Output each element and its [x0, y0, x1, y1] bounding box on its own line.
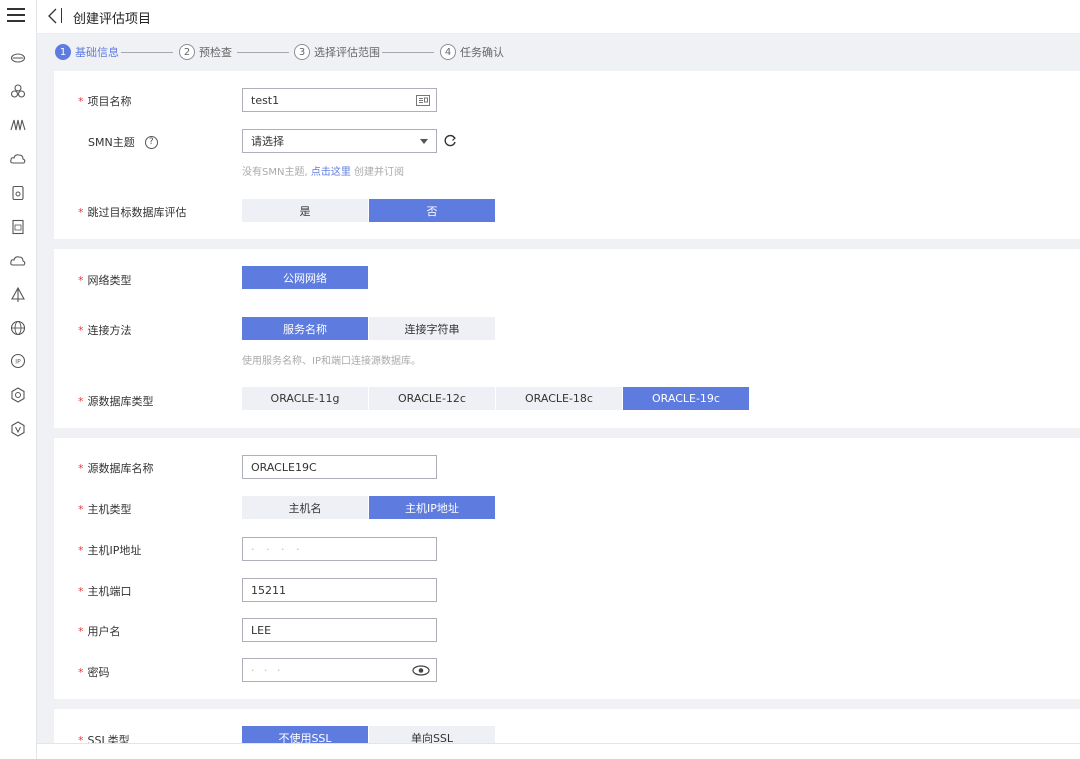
- network-type-toggle: 公网网络: [242, 266, 369, 289]
- host-type-label: * 主机类型: [78, 502, 132, 517]
- public-network-button[interactable]: 公网网络: [242, 266, 368, 289]
- host-ip-button[interactable]: 主机IP地址: [369, 496, 495, 519]
- connection-method-label: * 连接方法: [78, 323, 132, 338]
- page-header: 创建评估项目: [37, 0, 1080, 34]
- source-db-card: * 源数据库名称 ORACLE19C * 主机类型 主机名 主机IP地址 * 主机IP…: [54, 438, 1080, 699]
- source-db-type-toggle: ORACLE-11g ORACLE-12c ORACLE-18c ORACLE-…: [242, 387, 750, 410]
- smn-topic-select[interactable]: 请选择: [242, 129, 437, 153]
- header-divider: [61, 8, 62, 23]
- cloud-db-icon[interactable]: [10, 151, 26, 167]
- host-port-label: * 主机端口: [78, 584, 132, 599]
- cdn-icon[interactable]: [10, 287, 26, 303]
- help-icon[interactable]: ?: [144, 135, 158, 149]
- step-number: 3: [294, 44, 310, 60]
- security-icon[interactable]: [10, 387, 26, 403]
- step-connector: [237, 52, 289, 53]
- chevron-down-icon: [420, 139, 428, 144]
- connection-hint: 使用服务名称、IP和端口连接源数据库。: [242, 356, 421, 367]
- cloud-server-icon[interactable]: [10, 49, 26, 65]
- step-basic-info: 1 基础信息: [55, 44, 119, 60]
- id-card-icon: [416, 95, 430, 106]
- skip-no-button[interactable]: 否: [369, 199, 495, 222]
- skip-target-toggle: 是 否: [242, 199, 496, 222]
- svg-text:IP: IP: [15, 359, 21, 366]
- shield-icon[interactable]: [10, 421, 26, 437]
- password-input[interactable]: · · ·: [242, 658, 437, 682]
- step-connector: [382, 52, 434, 53]
- oracle-12c-button[interactable]: ORACLE-12c: [369, 387, 495, 410]
- ssl-type-label: * SSL类型: [78, 733, 130, 744]
- refresh-icon[interactable]: [443, 134, 457, 148]
- smn-hint: 没有SMN主题, 点击这里 创建并订阅: [242, 167, 405, 178]
- cloud-icon[interactable]: [10, 253, 26, 269]
- smn-topic-label: SMN主题?: [88, 134, 158, 150]
- step-indicator: 1 基础信息 2 预检查 3 选择评估范围 4 任务确认: [37, 34, 1080, 70]
- globe-icon[interactable]: [10, 320, 26, 336]
- oracle-18c-button[interactable]: ORACLE-18c: [496, 387, 622, 410]
- step-number: 2: [179, 44, 195, 60]
- one-way-ssl-button[interactable]: 单向SSL: [369, 726, 495, 743]
- step-label: 预检查: [199, 46, 232, 59]
- no-ssl-button[interactable]: 不使用SSL: [242, 726, 368, 743]
- step-precheck: 2 预检查: [179, 44, 232, 60]
- source-db-name-label: * 源数据库名称: [78, 461, 154, 476]
- project-name-label: * 项目名称: [78, 94, 132, 109]
- step-connector: [121, 52, 173, 53]
- step-confirm: 4 任务确认: [440, 44, 504, 60]
- network-type-label: * 网络类型: [78, 273, 132, 288]
- step-number: 1: [55, 44, 71, 60]
- oracle-19c-button[interactable]: ORACLE-19c: [623, 387, 749, 410]
- skip-target-label: * 跳过目标数据库评估: [78, 205, 187, 220]
- eye-icon[interactable]: [412, 664, 430, 677]
- sidebar: IP: [0, 0, 37, 759]
- host-port-input[interactable]: 15211: [242, 578, 437, 602]
- skip-yes-button[interactable]: 是: [242, 199, 368, 222]
- step-label: 选择评估范围: [314, 46, 380, 59]
- source-db-name-input[interactable]: ORACLE19C: [242, 455, 437, 479]
- step-label: 任务确认: [460, 46, 504, 59]
- oracle-11g-button[interactable]: ORACLE-11g: [242, 387, 368, 410]
- ssl-type-toggle: 不使用SSL 单向SSL: [242, 726, 496, 743]
- step-scope: 3 选择评估范围: [294, 44, 380, 60]
- step-label: 基础信息: [75, 46, 119, 59]
- doc-icon[interactable]: [10, 219, 26, 235]
- host-ip-input[interactable]: · · · ·: [242, 537, 437, 561]
- network-card: * 网络类型 公网网络 * 连接方法 服务名称 连接字符串 使用服务名称、IP和端口…: [54, 249, 1080, 428]
- host-type-toggle: 主机名 主机IP地址: [242, 496, 496, 519]
- connection-string-button[interactable]: 连接字符串: [369, 317, 495, 340]
- project-name-input[interactable]: test1: [242, 88, 437, 112]
- hostname-button[interactable]: 主机名: [242, 496, 368, 519]
- menu-icon[interactable]: [7, 8, 25, 26]
- username-input[interactable]: LEE: [242, 618, 437, 642]
- service-name-button[interactable]: 服务名称: [242, 317, 368, 340]
- step-number: 4: [440, 44, 456, 60]
- username-label: * 用户名: [78, 624, 121, 639]
- connection-method-toggle: 服务名称 连接字符串: [242, 317, 496, 340]
- host-ip-label: * 主机IP地址: [78, 543, 142, 558]
- basic-info-card: * 项目名称 test1 SMN主题? 请选择 没有SMN主题, 点击这里 创建并…: [54, 71, 1080, 239]
- cluster-icon[interactable]: [10, 83, 26, 99]
- storage-icon[interactable]: [10, 185, 26, 201]
- source-db-type-label: * 源数据库类型: [78, 394, 154, 409]
- create-topic-link[interactable]: 点击这里: [311, 167, 351, 178]
- back-icon[interactable]: [46, 8, 60, 24]
- password-label: * 密码: [78, 665, 110, 680]
- ssl-card: * SSL类型 不使用SSL 单向SSL: [54, 709, 1080, 743]
- page-title: 创建评估项目: [73, 12, 152, 27]
- ip-icon[interactable]: IP: [10, 353, 26, 369]
- network-icon[interactable]: [10, 117, 26, 133]
- bottom-bar: [37, 743, 1080, 759]
